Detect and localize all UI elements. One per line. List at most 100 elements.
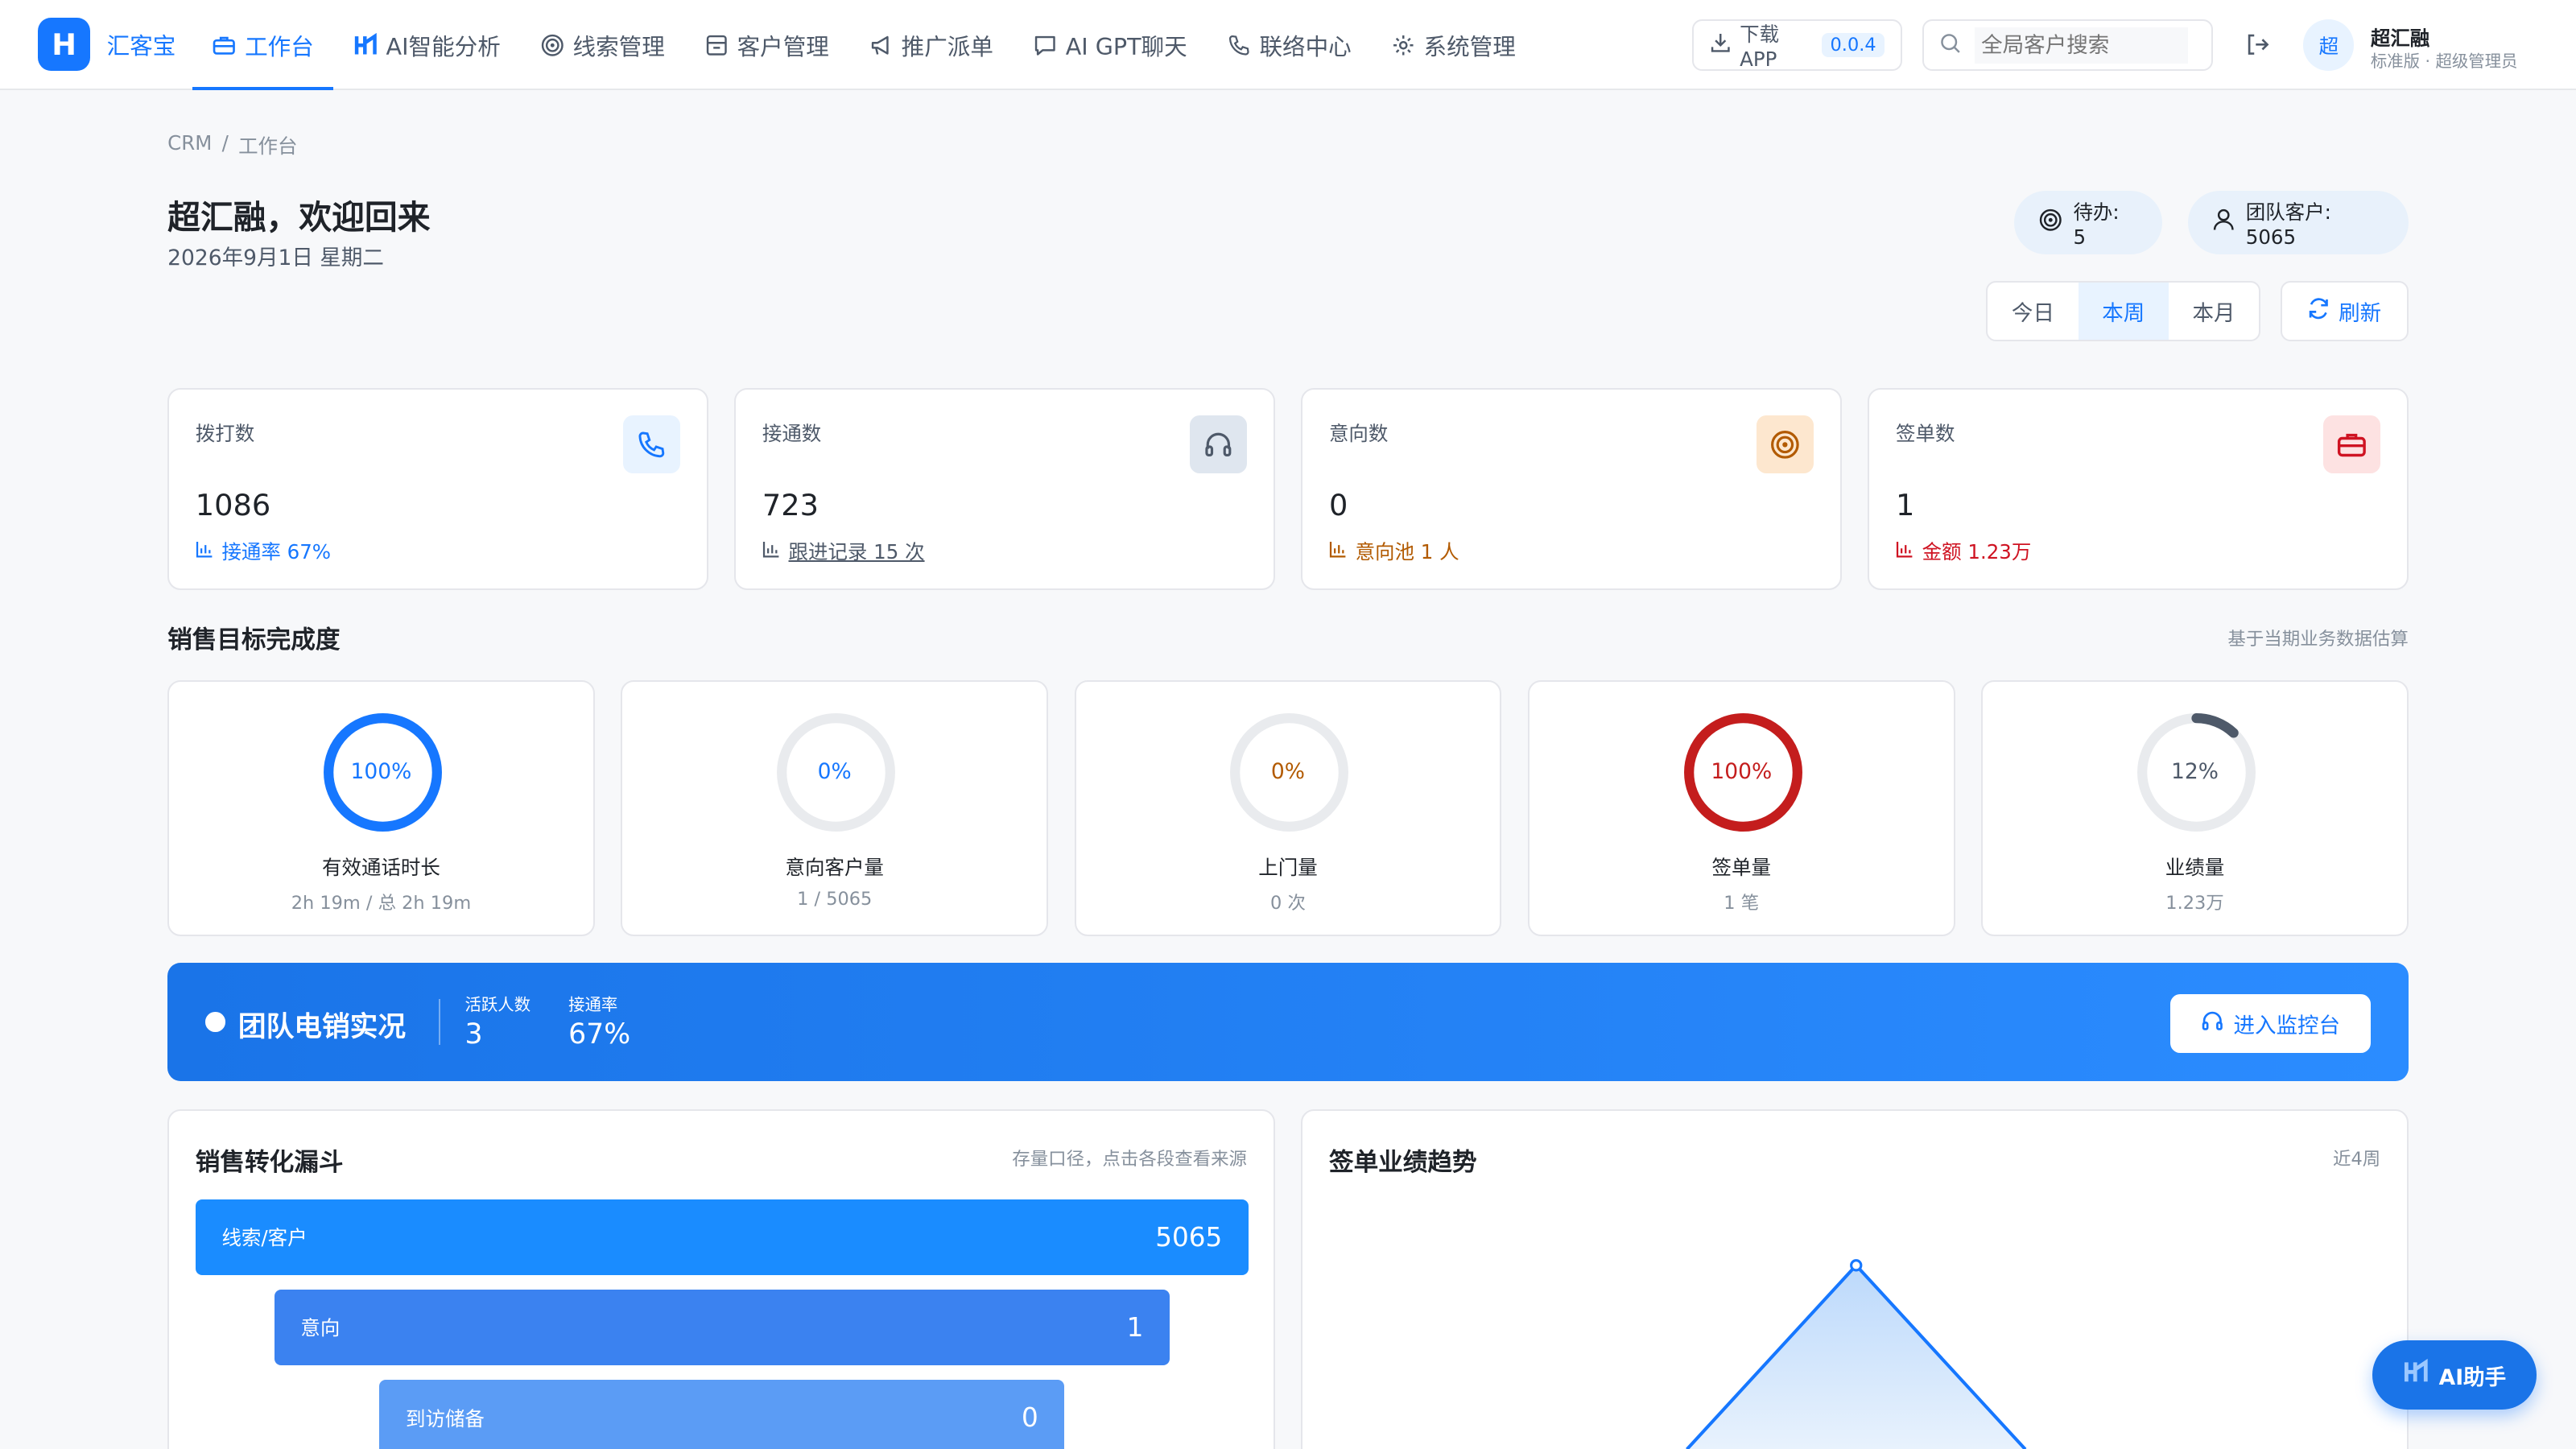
search-input[interactable] bbox=[1974, 27, 2189, 64]
stat-label: 签单数 bbox=[1896, 422, 1955, 446]
target-icon bbox=[540, 33, 565, 58]
app-logo[interactable]: H bbox=[37, 18, 91, 71]
ai-assistant-button[interactable]: AI助手 bbox=[2372, 1340, 2537, 1410]
todo-count: 待办: 5 bbox=[2073, 200, 2120, 249]
goal-percent: 0% bbox=[1270, 758, 1305, 784]
nav-label: AI GPT聊天 bbox=[1065, 32, 1187, 60]
tab-today[interactable]: 今日 bbox=[1988, 283, 2078, 341]
download-label: 下载APP bbox=[1740, 23, 1780, 72]
goal-sub: 1.23万 bbox=[2165, 893, 2224, 914]
funnel-stage-intent[interactable]: 意向 1 bbox=[274, 1289, 1170, 1365]
main-nav: 工作台 AI智能分析 线索管理 客户管理 推广派单 AI GPT聊天 联络中心 … bbox=[192, 0, 1535, 91]
tab-this-week[interactable]: 本周 bbox=[2078, 282, 2169, 341]
enter-monitor-label: 进入监控台 bbox=[2233, 1013, 2341, 1038]
nav-label: 推广派单 bbox=[901, 32, 993, 60]
nav-item-ai-analysis[interactable]: AI智能分析 bbox=[333, 0, 520, 90]
global-search[interactable] bbox=[1922, 19, 2213, 71]
stat-value: 1086 bbox=[195, 488, 271, 523]
chat-icon bbox=[1033, 33, 1058, 58]
stat-card-deals[interactable]: 签单数 1 金额 1.23万 bbox=[1868, 387, 2409, 590]
goals-title: 销售目标完成度 bbox=[167, 626, 341, 655]
goal-percent: 0% bbox=[817, 758, 852, 784]
stat-value: 723 bbox=[762, 488, 819, 523]
search-icon bbox=[1940, 30, 1962, 60]
trend-chart bbox=[1686, 1258, 2027, 1449]
briefcase-icon bbox=[2322, 415, 2381, 473]
connect-rate-value: 67% bbox=[568, 1018, 631, 1051]
phone-icon bbox=[1227, 33, 1252, 58]
nav-item-workbench[interactable]: 工作台 bbox=[192, 0, 334, 91]
funnel-stage-leads[interactable]: 线索/客户 5065 bbox=[195, 1199, 1249, 1275]
stat-card-intent[interactable]: 意向数 0 意向池 1 人 bbox=[1301, 387, 1842, 590]
breadcrumb-root[interactable]: CRM bbox=[167, 131, 212, 159]
funnel-stage-value: 0 bbox=[1021, 1402, 1038, 1434]
team-customers-pill[interactable]: 团队客户: 5065 bbox=[2188, 190, 2409, 255]
brand-name[interactable]: 汇客宝 bbox=[107, 28, 176, 61]
breadcrumb: CRM / 工作台 bbox=[167, 131, 297, 159]
goal-card-intent-customers[interactable]: 0% 意向客户量 1 / 5065 bbox=[621, 679, 1049, 937]
goal-card-performance[interactable]: 12% 业绩量 1.23万 bbox=[1981, 679, 2409, 937]
bar-chart-icon bbox=[196, 539, 213, 563]
stat-label: 意向数 bbox=[1328, 422, 1389, 446]
stat-sub-text: 跟进记录 15 次 bbox=[788, 540, 925, 564]
stat-label: 接通数 bbox=[762, 422, 822, 446]
nav-label: 联络中心 bbox=[1259, 32, 1352, 60]
tab-this-month[interactable]: 本月 bbox=[2169, 283, 2259, 341]
stat-card-connected[interactable]: 接通数 723 跟进记录 15 次 bbox=[734, 387, 1275, 590]
page-title: 超汇融，欢迎回来 bbox=[167, 197, 431, 237]
goal-card-visits[interactable]: 0% 上门量 0 次 bbox=[1074, 679, 1502, 937]
stat-value: 1 bbox=[1896, 488, 1915, 523]
headset-icon bbox=[1189, 415, 1248, 473]
phone-icon bbox=[622, 415, 680, 473]
nav-label: 客户管理 bbox=[737, 32, 829, 60]
goal-sub: 1 笔 bbox=[1724, 893, 1760, 914]
nav-item-gpt-chat[interactable]: AI GPT聊天 bbox=[1013, 0, 1207, 90]
current-date: 2026年9月1日 星期二 bbox=[167, 245, 384, 270]
avatar[interactable]: 超 bbox=[2303, 19, 2355, 71]
goal-sub: 0 次 bbox=[1270, 893, 1306, 914]
funnel-stage-label: 到访储备 bbox=[406, 1406, 485, 1430]
stat-card-calls[interactable]: 拨打数 1086 接通率 67% bbox=[167, 387, 708, 590]
trend-area bbox=[1686, 1265, 2026, 1449]
team-live-banner: 团队电销实况 活跃人数 3 接通率 67% 进入监控台 bbox=[167, 962, 2409, 1081]
nav-item-leads[interactable]: 线索管理 bbox=[520, 0, 684, 90]
goal-sub: 2h 19m / 总 2h 19m bbox=[291, 893, 472, 914]
live-dot bbox=[205, 1012, 225, 1032]
ai-assistant-label: AI助手 bbox=[2438, 1364, 2507, 1390]
ai-logo-icon bbox=[2403, 1359, 2429, 1391]
enter-monitor-button[interactable]: 进入监控台 bbox=[2169, 993, 2371, 1054]
goal-card-call-duration[interactable]: 100% 有效通话时长 2h 19m / 总 2h 19m bbox=[167, 679, 595, 937]
nav-label: 系统管理 bbox=[1423, 32, 1516, 60]
stat-sub-text: 意向池 1 人 bbox=[1355, 540, 1459, 564]
goal-label: 上门量 bbox=[1258, 856, 1318, 880]
goal-label: 意向客户量 bbox=[785, 856, 884, 880]
inbox-icon bbox=[704, 33, 729, 58]
stat-sub[interactable]: 跟进记录 15 次 bbox=[762, 537, 925, 565]
trend-point[interactable] bbox=[1850, 1258, 1863, 1272]
breadcrumb-separator: / bbox=[221, 131, 229, 155]
funnel-panel: 销售转化漏斗 存量口径，点击各段查看来源 线索/客户 5065 意向 1 到访储… bbox=[167, 1108, 1275, 1449]
target-icon bbox=[1756, 415, 1814, 473]
nav-item-contact-center[interactable]: 联络中心 bbox=[1207, 0, 1371, 90]
nav-item-customers[interactable]: 客户管理 bbox=[684, 0, 848, 90]
funnel-title: 销售转化漏斗 bbox=[195, 1149, 344, 1178]
divider bbox=[438, 998, 440, 1045]
nav-label: 工作台 bbox=[245, 32, 314, 60]
gear-icon bbox=[1391, 33, 1416, 58]
trend-panel: 签单业绩趋势 近4周 bbox=[1301, 1108, 2409, 1449]
funnel-note: 存量口径，点击各段查看来源 bbox=[1012, 1149, 1247, 1170]
nav-item-system[interactable]: 系统管理 bbox=[1371, 0, 1535, 90]
version-badge: 0.0.4 bbox=[1822, 33, 1885, 58]
refresh-button[interactable]: 刷新 bbox=[2280, 280, 2409, 342]
download-app-button[interactable]: 下载APP 0.0.4 bbox=[1692, 19, 1903, 72]
target-icon bbox=[2039, 208, 2062, 237]
stat-sub: 意向池 1 人 bbox=[1329, 537, 1459, 565]
funnel-stage-visit-reserve[interactable]: 到访储备 0 bbox=[379, 1380, 1065, 1449]
todo-pill[interactable]: 待办: 5 bbox=[2014, 190, 2162, 255]
active-users-label: 活跃人数 bbox=[464, 994, 531, 1014]
user-icon bbox=[2213, 208, 2235, 237]
goal-card-deals[interactable]: 100% 签单量 1 笔 bbox=[1527, 679, 1955, 937]
goal-percent: 12% bbox=[2171, 758, 2219, 784]
nav-item-promotion[interactable]: 推广派单 bbox=[848, 0, 1013, 90]
logout-icon[interactable] bbox=[2244, 31, 2271, 58]
